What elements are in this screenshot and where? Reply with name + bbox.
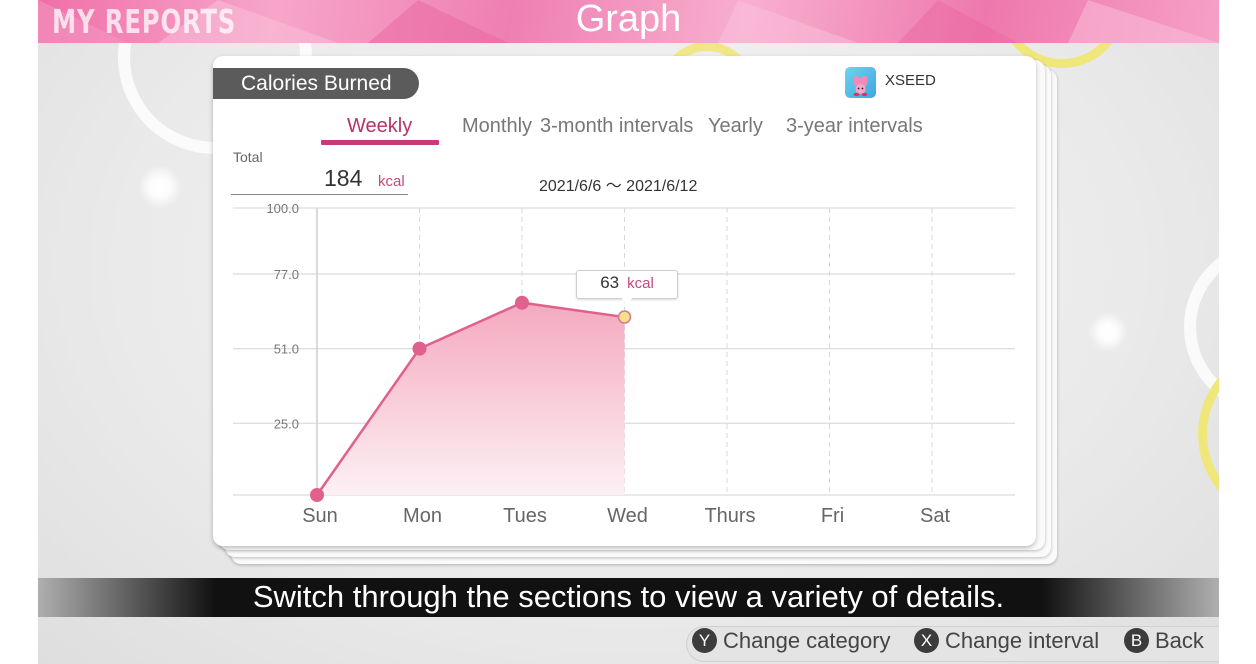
data-point bbox=[617, 310, 632, 324]
screen: MY REPORTS Graph Calories Burned XSEED W… bbox=[38, 0, 1219, 664]
series-area bbox=[317, 302, 625, 495]
x-tick-label: Tues bbox=[503, 505, 547, 527]
sparkle bbox=[138, 165, 182, 209]
report-card: Calories Burned XSEED Weekly Monthly 3-m… bbox=[213, 56, 1036, 546]
change-interval-label: Change interval bbox=[945, 628, 1100, 653]
controls-bar: Y Change category X Change interval B Back bbox=[686, 626, 1219, 662]
x-tick-label: Sat bbox=[920, 505, 950, 527]
value-tooltip: 63 kcal bbox=[576, 270, 678, 306]
y-tick-label: 77.0 bbox=[274, 267, 299, 282]
y-tick-label: 25.0 bbox=[274, 416, 299, 431]
help-text: Switch through the sections to view a va… bbox=[252, 579, 1005, 614]
y-tick-label: 51.0 bbox=[274, 342, 299, 357]
data-point bbox=[310, 488, 324, 502]
header-bar: MY REPORTS Graph bbox=[38, 0, 1219, 43]
tooltip-pointer bbox=[621, 297, 633, 306]
help-bar: Switch through the sections to view a va… bbox=[38, 578, 1219, 617]
x-tick-label: Fri bbox=[821, 505, 844, 527]
y-button-icon: Y bbox=[692, 627, 717, 653]
tooltip-unit: kcal bbox=[627, 275, 654, 292]
back-control[interactable]: B Back bbox=[1124, 627, 1204, 655]
change-category-label: Change category bbox=[723, 628, 891, 653]
page-title: Graph bbox=[575, 0, 682, 40]
b-button-icon: B bbox=[1124, 627, 1149, 653]
change-category-control[interactable]: Y Change category bbox=[692, 627, 891, 655]
sparkle bbox=[1088, 312, 1128, 352]
data-point bbox=[515, 295, 529, 310]
x-tick-label: Thurs bbox=[704, 505, 755, 527]
data-point bbox=[412, 341, 427, 356]
x-tick-label: Sun bbox=[302, 505, 338, 527]
x-tick-label: Mon bbox=[403, 505, 442, 527]
x-tick-label: Wed bbox=[607, 505, 648, 527]
x-button-icon: X bbox=[914, 627, 939, 653]
back-label: Back bbox=[1155, 628, 1204, 653]
change-interval-control[interactable]: X Change interval bbox=[914, 627, 1100, 655]
tooltip-value: 63 bbox=[600, 273, 620, 292]
y-tick-label: 100.0 bbox=[266, 201, 299, 216]
